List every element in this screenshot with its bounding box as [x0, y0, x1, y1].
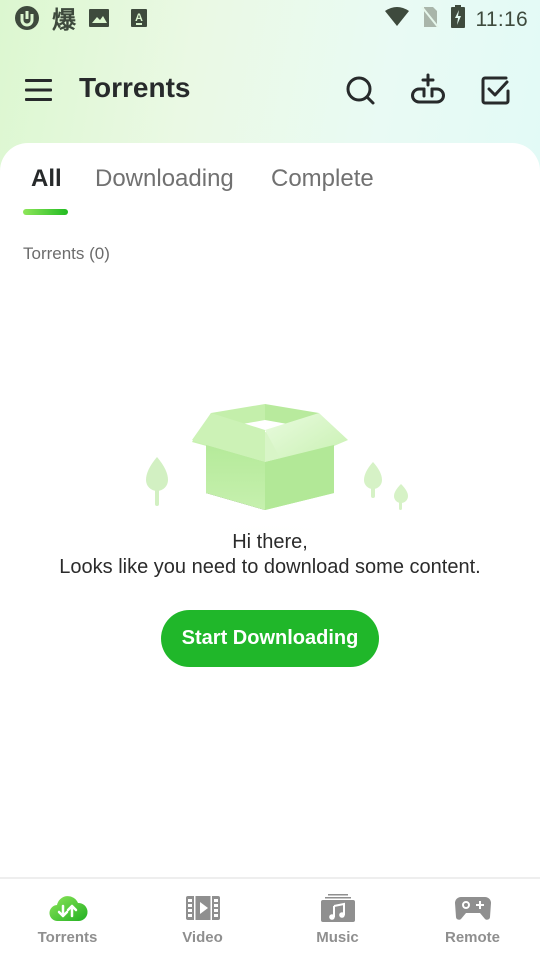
nav-label-remote: Remote: [444, 929, 500, 946]
empty-box-illustration: [110, 390, 430, 600]
film-play-icon: [185, 896, 220, 920]
empty-state-message: Looks like you need to download some con…: [59, 556, 481, 578]
music-library-icon: [320, 894, 355, 922]
status-bar: 爆 A 11:16: [0, 0, 540, 36]
clock: 11:16: [475, 7, 528, 31]
nav-label-video: Video: [182, 929, 223, 946]
nav-item-video[interactable]: Video: [135, 879, 270, 960]
nav-item-music[interactable]: Music: [270, 879, 405, 960]
select-all-button[interactable]: [478, 72, 514, 108]
tab-bar: All Downloading Complete: [0, 163, 540, 223]
menu-button[interactable]: [24, 76, 54, 104]
bottom-navigation: Torrents Video Music Remote: [0, 877, 540, 960]
nav-item-remote[interactable]: Remote: [405, 879, 540, 960]
page-title: Torrents: [79, 72, 191, 103]
nav-label-music: Music: [316, 929, 359, 946]
notification-cjk-icon: 爆: [52, 6, 76, 34]
utorrent-logo-icon: [14, 5, 40, 36]
nav-item-torrents[interactable]: Torrents: [0, 879, 135, 960]
torrent-count-label: Torrents (0): [23, 244, 110, 263]
empty-state-greeting: Hi there,: [232, 531, 308, 553]
wifi-icon: [384, 6, 410, 33]
add-link-button[interactable]: [410, 72, 446, 108]
start-downloading-button[interactable]: Start Downloading: [161, 610, 379, 667]
battery-charging-icon: [450, 5, 466, 34]
search-icon: [346, 76, 375, 105]
svg-text:A: A: [135, 12, 143, 24]
tab-all[interactable]: All: [31, 165, 62, 193]
hamburger-menu-icon: [25, 79, 52, 101]
content-card: All Downloading Complete Torrents (0) Hi…: [0, 143, 540, 878]
no-sim-icon: [420, 5, 440, 34]
image-icon: [88, 8, 110, 33]
cloud-transfer-icon: [48, 896, 88, 922]
nav-label-torrents: Torrents: [37, 929, 98, 946]
checkbox-icon: [481, 76, 510, 105]
active-tab-indicator: [23, 209, 68, 215]
gamepad-icon: [454, 897, 491, 920]
tab-complete[interactable]: Complete: [271, 165, 374, 193]
add-link-icon: [411, 73, 445, 104]
keyboard-a-icon: A: [130, 8, 148, 33]
tab-downloading[interactable]: Downloading: [95, 165, 234, 193]
search-button[interactable]: [342, 72, 378, 108]
app-bar: Torrents: [0, 60, 540, 120]
